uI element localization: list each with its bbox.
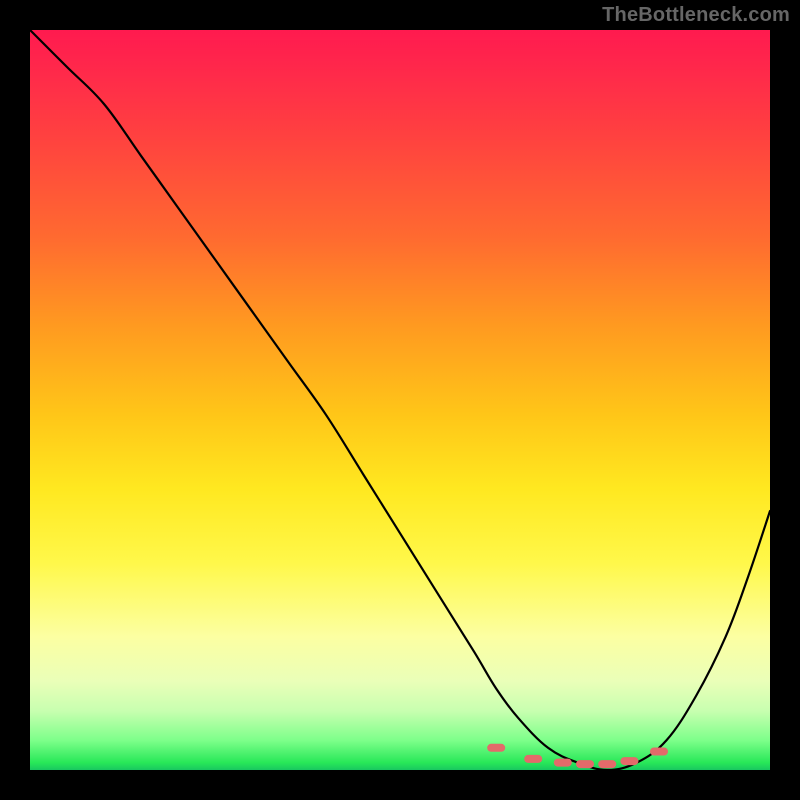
- highlight-dot: [524, 755, 542, 763]
- highlight-markers: [487, 744, 668, 768]
- highlight-dot: [598, 760, 616, 768]
- highlight-dot: [576, 760, 594, 768]
- bottleneck-curve: [30, 30, 770, 770]
- highlight-dot: [620, 757, 638, 765]
- watermark-text: TheBottleneck.com: [602, 4, 790, 27]
- highlight-dot: [487, 744, 505, 752]
- chart-stage: TheBottleneck.com: [0, 0, 800, 800]
- highlight-dot: [650, 748, 668, 756]
- plot-area: [30, 30, 770, 770]
- highlight-dot: [554, 759, 572, 767]
- curve-layer: [30, 30, 770, 770]
